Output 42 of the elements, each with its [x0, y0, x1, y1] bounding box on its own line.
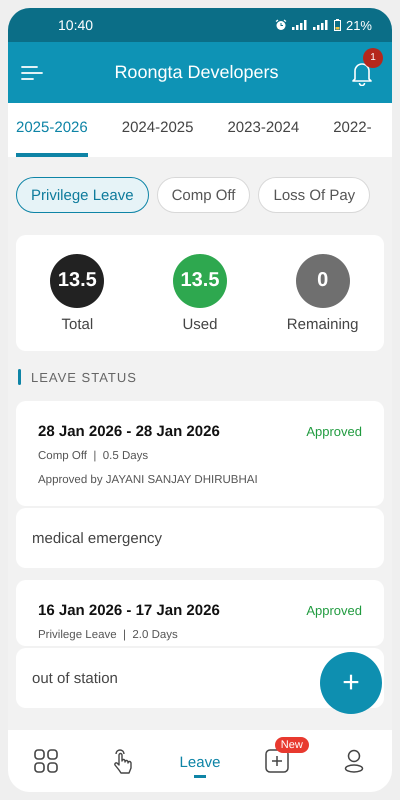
alarm-icon — [274, 19, 287, 31]
count-label: Remaining — [286, 316, 358, 332]
leave-type-chip[interactable]: Comp Off — [156, 177, 250, 213]
battery-icon — [334, 19, 341, 31]
leave-status: Approved — [306, 424, 362, 439]
leave-reason: medical emergency — [32, 530, 162, 546]
profile-icon[interactable] — [344, 749, 364, 773]
leave-details: Privilege Leave | 2.0 Days — [38, 629, 179, 641]
count-circle: 13.5 — [172, 254, 227, 308]
leave-type-chip[interactable]: Privilege Leave — [16, 177, 149, 213]
leave-dates: 16 Jan 2026 - 17 Jan 2026 — [38, 602, 220, 619]
new-badge: New — [274, 737, 309, 753]
section-marker — [18, 369, 21, 385]
count-circle: 13.5 — [50, 254, 104, 308]
active-indicator — [194, 775, 206, 778]
approver-text: Approved by JAYANI SANJAY DHIRUBHAI — [38, 474, 259, 486]
leave-nav-tab[interactable]: Leave — [180, 754, 220, 771]
year-tab[interactable]: 2024-2025 — [122, 103, 194, 157]
count-label: Total — [61, 316, 94, 332]
count-circle: 0 — [296, 254, 350, 308]
grid-icon[interactable] — [34, 749, 58, 773]
leave-card[interactable]: 16 Jan 2026 - 17 Jan 2026 Approved Privilege Leave | 2.0 Days — [16, 580, 384, 646]
leave-card[interactable]: 28 Jan 2026 - 28 Jan 2026 Approved Comp Off | 0.5 Days Approved by JAYANI SANJAY DHIRUBHAI — [16, 401, 384, 506]
year-tab[interactable]: 2022- — [333, 103, 372, 157]
leave-dates: 28 Jan 2026 - 28 Jan 2026 — [38, 423, 220, 440]
leave-status: Approved — [306, 603, 362, 618]
add-square-icon[interactable] — [264, 749, 289, 773]
leave-type-chip[interactable]: Loss Of Pay — [258, 177, 370, 213]
battery-level: 21% — [346, 18, 372, 32]
section-title: LEAVE STATUS — [31, 370, 137, 384]
menu-icon[interactable] — [21, 66, 43, 80]
leave-reason: out of station — [32, 670, 118, 686]
status-time: 10:40 — [58, 17, 94, 33]
signal-icon — [292, 20, 308, 30]
year-tab[interactable]: 2025-2026 — [16, 103, 88, 157]
signal-icon — [312, 20, 329, 30]
app-title: Roongta Developers — [113, 62, 280, 83]
leave-details: Comp Off | 0.5 Days — [38, 450, 150, 462]
hand-pointer-icon[interactable] — [112, 748, 134, 774]
count-label: Used — [182, 316, 218, 332]
year-tab[interactable]: 2023-2024 — [227, 103, 300, 157]
notification-badge: 1 — [363, 48, 383, 68]
